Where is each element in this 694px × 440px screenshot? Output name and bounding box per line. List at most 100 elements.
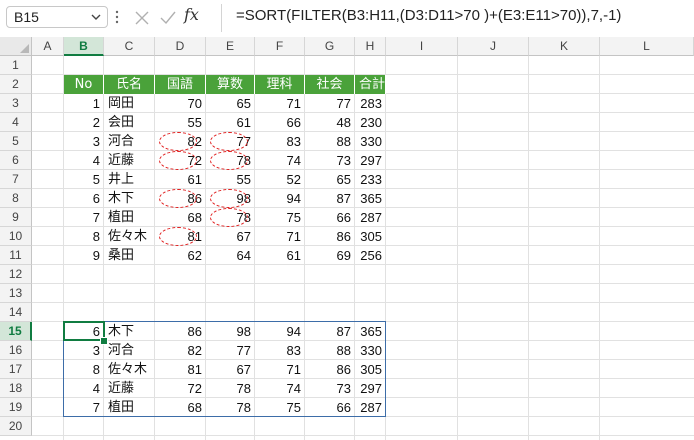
row-header-1[interactable]: 1 <box>0 56 32 75</box>
table-cell[interactable]: 6 <box>64 189 104 208</box>
result-cell[interactable]: 365 <box>355 322 386 341</box>
table-header-cell[interactable]: 理科 <box>255 75 305 94</box>
result-cell[interactable]: 8 <box>64 360 104 379</box>
table-cell[interactable]: 8 <box>64 227 104 246</box>
result-cell[interactable]: 86 <box>305 360 355 379</box>
result-cell[interactable]: 78 <box>206 379 255 398</box>
column-header-h[interactable]: H <box>355 37 386 56</box>
table-cell[interactable]: 233 <box>355 170 386 189</box>
row-header-3[interactable]: 3 <box>0 94 32 113</box>
column-header-d[interactable]: D <box>155 37 206 56</box>
enter-check-icon[interactable] <box>158 8 178 28</box>
result-cell[interactable]: 98 <box>206 322 255 341</box>
table-cell[interactable]: 297 <box>355 151 386 170</box>
row-header-14[interactable]: 14 <box>0 303 32 322</box>
result-cell[interactable]: 木下 <box>104 322 155 341</box>
result-cell[interactable]: 77 <box>206 341 255 360</box>
column-header-l[interactable]: L <box>600 37 694 56</box>
result-cell[interactable]: 73 <box>305 379 355 398</box>
table-cell[interactable]: 68 <box>155 208 206 227</box>
more-options-icon[interactable] <box>114 8 120 26</box>
table-cell[interactable]: 52 <box>255 170 305 189</box>
table-cell[interactable]: 88 <box>305 132 355 151</box>
table-cell[interactable]: 365 <box>355 189 386 208</box>
insert-function-icon[interactable]: fx <box>184 5 199 24</box>
table-cell[interactable]: 河合 <box>104 132 155 151</box>
column-header-c[interactable]: C <box>104 37 155 56</box>
active-cell-b15[interactable] <box>63 321 105 341</box>
result-cell[interactable]: 植田 <box>104 398 155 417</box>
table-cell[interactable]: 64 <box>206 246 255 265</box>
row-header-19[interactable]: 19 <box>0 398 32 417</box>
result-cell[interactable]: 82 <box>155 341 206 360</box>
result-cell[interactable]: 72 <box>155 379 206 398</box>
result-cell[interactable]: 330 <box>355 341 386 360</box>
result-cell[interactable]: 87 <box>305 322 355 341</box>
result-cell[interactable]: 66 <box>305 398 355 417</box>
table-cell[interactable]: 71 <box>255 227 305 246</box>
table-cell[interactable]: 73 <box>305 151 355 170</box>
row-header-6[interactable]: 6 <box>0 151 32 170</box>
row-header-20[interactable]: 20 <box>0 417 32 436</box>
table-cell[interactable]: 岡田 <box>104 94 155 113</box>
row-header-2[interactable]: 2 <box>0 75 32 94</box>
result-cell[interactable]: 75 <box>255 398 305 417</box>
table-cell[interactable]: 67 <box>206 227 255 246</box>
table-cell[interactable]: 287 <box>355 208 386 227</box>
result-cell[interactable]: 81 <box>155 360 206 379</box>
result-cell[interactable]: 88 <box>305 341 355 360</box>
row-header-9[interactable]: 9 <box>0 208 32 227</box>
table-cell[interactable]: 61 <box>206 113 255 132</box>
column-header-k[interactable]: K <box>529 37 600 56</box>
row-header-8[interactable]: 8 <box>0 189 32 208</box>
spreadsheet-grid[interactable]: A B C D E F G H I J K L 1 2 3 4 5 6 7 8 9 10 11 12 13 14 15 16 17 18 1… <box>0 37 694 440</box>
column-header-g[interactable]: G <box>305 37 355 56</box>
table-cell[interactable]: 井上 <box>104 170 155 189</box>
table-cell[interactable]: 65 <box>206 94 255 113</box>
result-cell[interactable]: 94 <box>255 322 305 341</box>
table-header-cell[interactable]: 社会 <box>305 75 355 94</box>
table-header-cell[interactable]: 合計 <box>355 75 386 94</box>
table-cell[interactable]: 62 <box>155 246 206 265</box>
fill-handle[interactable] <box>100 337 108 345</box>
table-header-cell[interactable]: No <box>64 75 104 94</box>
table-cell[interactable]: 植田 <box>104 208 155 227</box>
table-cell[interactable]: 61 <box>255 246 305 265</box>
table-cell[interactable]: 61 <box>155 170 206 189</box>
column-header-f[interactable]: F <box>255 37 305 56</box>
table-cell[interactable]: 74 <box>255 151 305 170</box>
table-cell[interactable]: 305 <box>355 227 386 246</box>
name-box[interactable]: B15 <box>6 6 108 28</box>
row-header-13[interactable]: 13 <box>0 284 32 303</box>
row-header-10[interactable]: 10 <box>0 227 32 246</box>
result-cell[interactable]: 74 <box>255 379 305 398</box>
result-cell[interactable]: 4 <box>64 379 104 398</box>
row-header-12[interactable]: 12 <box>0 265 32 284</box>
column-header-a[interactable]: A <box>32 37 64 56</box>
table-cell[interactable]: 77 <box>305 94 355 113</box>
result-cell[interactable]: 78 <box>206 398 255 417</box>
table-cell[interactable]: 4 <box>64 151 104 170</box>
table-cell[interactable]: 1 <box>64 94 104 113</box>
result-cell[interactable]: 佐々木 <box>104 360 155 379</box>
result-cell[interactable]: 68 <box>155 398 206 417</box>
column-header-b[interactable]: B <box>64 37 104 56</box>
result-cell[interactable]: 83 <box>255 341 305 360</box>
chevron-down-icon[interactable] <box>89 10 103 24</box>
row-header-18[interactable]: 18 <box>0 379 32 398</box>
column-header-j[interactable]: J <box>458 37 529 56</box>
result-cell[interactable]: 3 <box>64 341 104 360</box>
table-cell[interactable]: 桑田 <box>104 246 155 265</box>
table-cell[interactable]: 230 <box>355 113 386 132</box>
result-cell[interactable]: 河合 <box>104 341 155 360</box>
table-cell[interactable]: 48 <box>305 113 355 132</box>
table-cell[interactable]: 83 <box>255 132 305 151</box>
table-cell[interactable]: 5 <box>64 170 104 189</box>
table-cell[interactable]: 66 <box>305 208 355 227</box>
row-header-15[interactable]: 15 <box>0 322 32 341</box>
column-header-e[interactable]: E <box>206 37 255 56</box>
table-cell[interactable]: 87 <box>305 189 355 208</box>
formula-input[interactable]: =SORT(FILTER(B3:H11,(D3:D11>70 )+(E3:E11… <box>236 7 621 24</box>
row-header-5[interactable]: 5 <box>0 132 32 151</box>
table-cell[interactable]: 65 <box>305 170 355 189</box>
